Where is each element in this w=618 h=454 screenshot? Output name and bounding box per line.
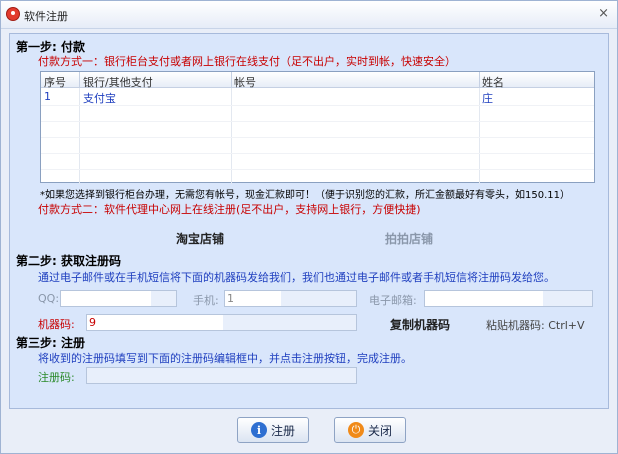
phone-input[interactable]: 1 [224, 290, 357, 307]
phone-label: 手机: [193, 294, 219, 307]
email-label: 电子邮箱: [369, 294, 417, 307]
row-name: 庄 [482, 92, 493, 105]
step3-description: 将收到的注册码填写到下面的注册码编辑框中，并点击注册按钮，完成注册。 [38, 352, 412, 365]
column-header-account[interactable]: 帐号 [234, 74, 256, 90]
table-header: 序号 银行/其他支付 帐号 姓名 [41, 72, 594, 90]
payment-method-2: 付款方式二：软件代理中心网上在线注册(足不出户，支持网上银行，方便快捷) [38, 203, 421, 216]
payment-table: 序号 银行/其他支付 帐号 姓名 1 支付宝 庄 [40, 71, 595, 184]
step2-description: 通过电子邮件或在手机短信将下面的机器码发给我们，我们也通过电子邮件或者手机短信将… [38, 271, 555, 284]
app-icon [6, 7, 20, 21]
machine-code-value: 9 [89, 316, 96, 329]
column-header-name[interactable]: 姓名 [482, 74, 504, 90]
main-panel: 第一步: 付款 付款方式一：银行柜台支付或者网上银行在线支付（足不出户，实时到帐… [9, 33, 609, 409]
register-button-label: 注册 [270, 423, 295, 438]
column-header-bank[interactable]: 银行/其他支付 [83, 74, 153, 90]
info-icon: i [250, 422, 267, 438]
title-bar: 软件注册 × [1, 1, 617, 29]
close-button[interactable]: ⏻ 关闭 [334, 417, 406, 443]
paipai-store-link[interactable]: 拍拍店铺 [385, 230, 433, 247]
column-header-no[interactable]: 序号 [44, 74, 66, 90]
row-no: 1 [44, 90, 51, 103]
machine-code-label: 机器码: [38, 318, 75, 331]
phone-value: 1 [227, 292, 234, 305]
bank-counter-note: *如果您选择到银行柜台办理，无需您有帐号，现金汇款即可！（便于识别您的汇款，所汇… [40, 190, 570, 201]
paste-hint: 粘贴机器码: Ctrl+V [486, 319, 585, 332]
qq-input[interactable] [60, 290, 177, 307]
close-button-label: 关闭 [367, 423, 392, 438]
step2-title: 第二步: 获取注册码 [16, 254, 121, 268]
payment-method-1: 付款方式一：银行柜台支付或者网上银行在线支付（足不出户，实时到帐，快速安全） [38, 55, 456, 68]
registration-code-input[interactable] [86, 367, 357, 384]
registration-code-label: 注册码: [38, 371, 75, 384]
taobao-store-link[interactable]: 淘宝店铺 [176, 230, 224, 247]
registration-window: 软件注册 × 第一步: 付款 付款方式一：银行柜台支付或者网上银行在线支付（足不… [0, 0, 618, 454]
copy-machine-code-button[interactable]: 复制机器码 [390, 316, 450, 333]
email-input[interactable] [424, 290, 593, 307]
register-button[interactable]: i 注册 [237, 417, 309, 443]
power-icon: ⏻ [347, 422, 364, 438]
window-title: 软件注册 [24, 10, 68, 23]
machine-code-input[interactable]: 9 [86, 314, 357, 331]
row-bank: 支付宝 [83, 92, 116, 105]
step3-title: 第三步: 注册 [16, 336, 85, 350]
qq-label: QQ: [38, 292, 60, 305]
close-icon[interactable]: × [598, 6, 609, 21]
